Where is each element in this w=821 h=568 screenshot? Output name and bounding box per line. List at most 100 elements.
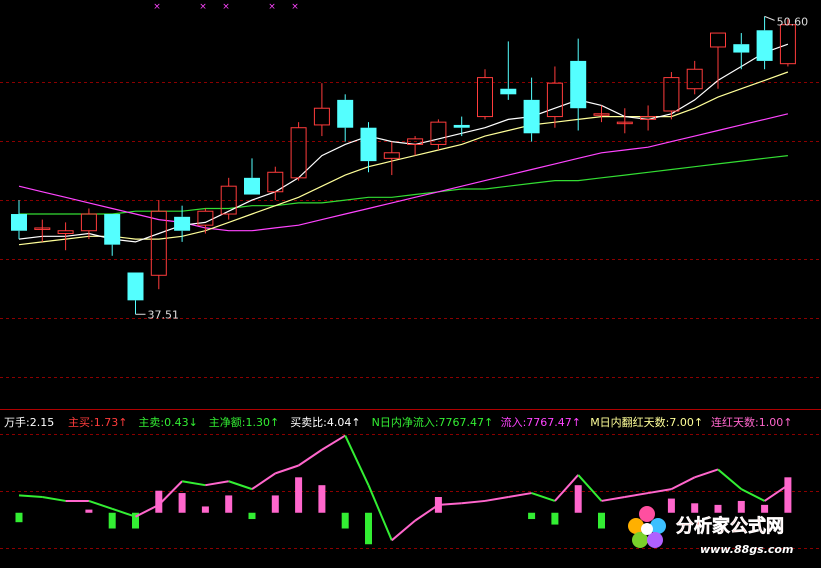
indicator-value-label: 连红天数:1.00↑ — [711, 416, 792, 429]
candle-body[interactable] — [360, 127, 377, 162]
indicator-bar-positive[interactable] — [574, 485, 582, 513]
indicator-bar-positive[interactable] — [318, 485, 326, 513]
candlesticks[interactable] — [11, 16, 796, 315]
candle-body[interactable] — [57, 230, 74, 235]
indicator-bar-negative[interactable] — [365, 512, 372, 545]
candle-body[interactable] — [244, 177, 260, 195]
candle-up[interactable] — [313, 83, 330, 137]
indicator-bar-positive[interactable] — [667, 498, 675, 513]
candle-down[interactable] — [570, 38, 587, 131]
candle-body[interactable] — [313, 107, 330, 126]
indicator-bar-positive[interactable] — [761, 504, 769, 513]
indicator-bar-negative[interactable] — [551, 512, 559, 525]
indicator-line-segment — [484, 496, 509, 502]
candle-up[interactable] — [150, 200, 167, 290]
indicator-line-segment — [88, 499, 113, 510]
candle-body[interactable] — [290, 127, 307, 179]
candle-down[interactable] — [104, 214, 121, 256]
indicator-line-segment — [740, 488, 766, 502]
candle-up[interactable] — [686, 60, 703, 95]
candle-body[interactable] — [546, 82, 563, 118]
indicator-value-label: 主卖:0.43↓ — [138, 416, 197, 429]
candle-body[interactable] — [11, 214, 27, 231]
candle-up[interactable] — [477, 69, 493, 120]
indicator-bar-positive[interactable] — [201, 506, 209, 513]
candle-up[interactable] — [663, 72, 680, 120]
indicator-line-segment — [344, 435, 370, 486]
indicator-bar-negative[interactable] — [15, 512, 23, 523]
candle-up[interactable] — [407, 136, 424, 156]
candle-body[interactable] — [710, 32, 726, 48]
candle-down[interactable] — [500, 41, 517, 100]
indicator-line-segment — [205, 480, 229, 487]
indicator-bar-positive[interactable] — [784, 477, 792, 513]
candle-up[interactable] — [267, 166, 284, 201]
candle-down[interactable] — [127, 272, 144, 315]
candle-up[interactable] — [34, 219, 51, 242]
indicator-line-segment — [298, 448, 323, 467]
event-markers[interactable]: × × × × × — [153, 2, 299, 12]
candle-down[interactable] — [11, 200, 27, 240]
candle-body[interactable] — [127, 272, 144, 301]
candle-body[interactable] — [523, 99, 540, 134]
candle-up[interactable] — [616, 108, 633, 134]
candle-down[interactable] — [337, 94, 354, 142]
grid-lines — [0, 82, 821, 549]
event-marker[interactable]: × — [199, 2, 207, 12]
candle-up[interactable] — [383, 141, 400, 176]
candle-body[interactable] — [337, 99, 354, 128]
candle-body[interactable] — [174, 216, 191, 231]
candle-up[interactable] — [197, 208, 214, 234]
indicator-line-segment — [321, 434, 346, 451]
candle-down[interactable] — [523, 77, 540, 142]
candle-up[interactable] — [430, 119, 447, 150]
indicator-bar-positive[interactable] — [295, 477, 303, 513]
indicator-line-segment — [694, 468, 719, 479]
event-marker[interactable]: × — [291, 2, 299, 12]
candle-body[interactable] — [570, 60, 587, 109]
stock-chart-window[interactable]: × × × × × 50.60 37.51 万手:2.15 主买:1.73↑ 主卖:0.43… — [0, 0, 821, 564]
candle-up[interactable] — [710, 32, 726, 89]
stock-chart[interactable]: × × × × × 50.60 37.51 万手:2.15 主买:1.73↑ 主卖:0.43… — [0, 0, 821, 564]
indicator-bar-positive[interactable] — [714, 504, 722, 513]
indicator-bar-positive[interactable] — [225, 495, 233, 513]
high-price-label: 50.60 — [777, 15, 809, 28]
indicator-bar-negative[interactable] — [598, 512, 605, 529]
candle-down[interactable] — [453, 116, 470, 137]
candle-body[interactable] — [756, 30, 773, 61]
candle-body[interactable] — [500, 88, 517, 95]
candle-body[interactable] — [779, 24, 796, 65]
indicator-bar-negative[interactable] — [108, 512, 116, 529]
indicator-line-segment — [531, 492, 556, 502]
indicator-bar-negative[interactable] — [528, 512, 536, 520]
low-price-label: 37.51 — [148, 308, 180, 321]
indicator-line-segment — [42, 496, 66, 502]
candle-up[interactable] — [546, 66, 563, 128]
candle-body[interactable] — [80, 213, 97, 232]
candle-body[interactable] — [453, 124, 470, 128]
indicator-bar-negative[interactable] — [248, 512, 256, 520]
candle-body[interactable] — [104, 214, 121, 245]
indicator-value-label: N日内净流入:7767.47↑ — [372, 415, 494, 429]
candle-body[interactable] — [477, 77, 493, 118]
indicator-bar-positive[interactable] — [85, 509, 93, 513]
candle-down[interactable] — [244, 158, 260, 195]
candle-body[interactable] — [686, 68, 703, 90]
event-marker[interactable]: × — [153, 2, 161, 12]
indicator-bar-positive[interactable] — [178, 493, 186, 513]
indicator-header: 万手:2.15 主买:1.73↑ 主卖:0.43↓ 主净额:1.30↑ 买卖比:4.04… — [4, 415, 792, 429]
indicator-bar-negative[interactable] — [341, 512, 349, 529]
flower-logo-icon — [628, 506, 666, 548]
indicator-bar-positive[interactable] — [737, 500, 745, 513]
event-marker[interactable]: × — [222, 2, 230, 12]
watermark-logo: 分析家公式网 www.88gs.com — [628, 506, 793, 556]
indicator-bar-positive[interactable] — [691, 503, 699, 513]
candle-body[interactable] — [383, 152, 400, 159]
event-marker[interactable]: × — [268, 2, 276, 12]
candle-up[interactable] — [290, 122, 307, 181]
candle-body[interactable] — [733, 44, 750, 53]
indicator-panel[interactable] — [15, 434, 792, 545]
indicator-bar-positive[interactable] — [271, 495, 279, 513]
candle-down[interactable] — [756, 16, 773, 70]
candle-body[interactable] — [150, 210, 167, 276]
